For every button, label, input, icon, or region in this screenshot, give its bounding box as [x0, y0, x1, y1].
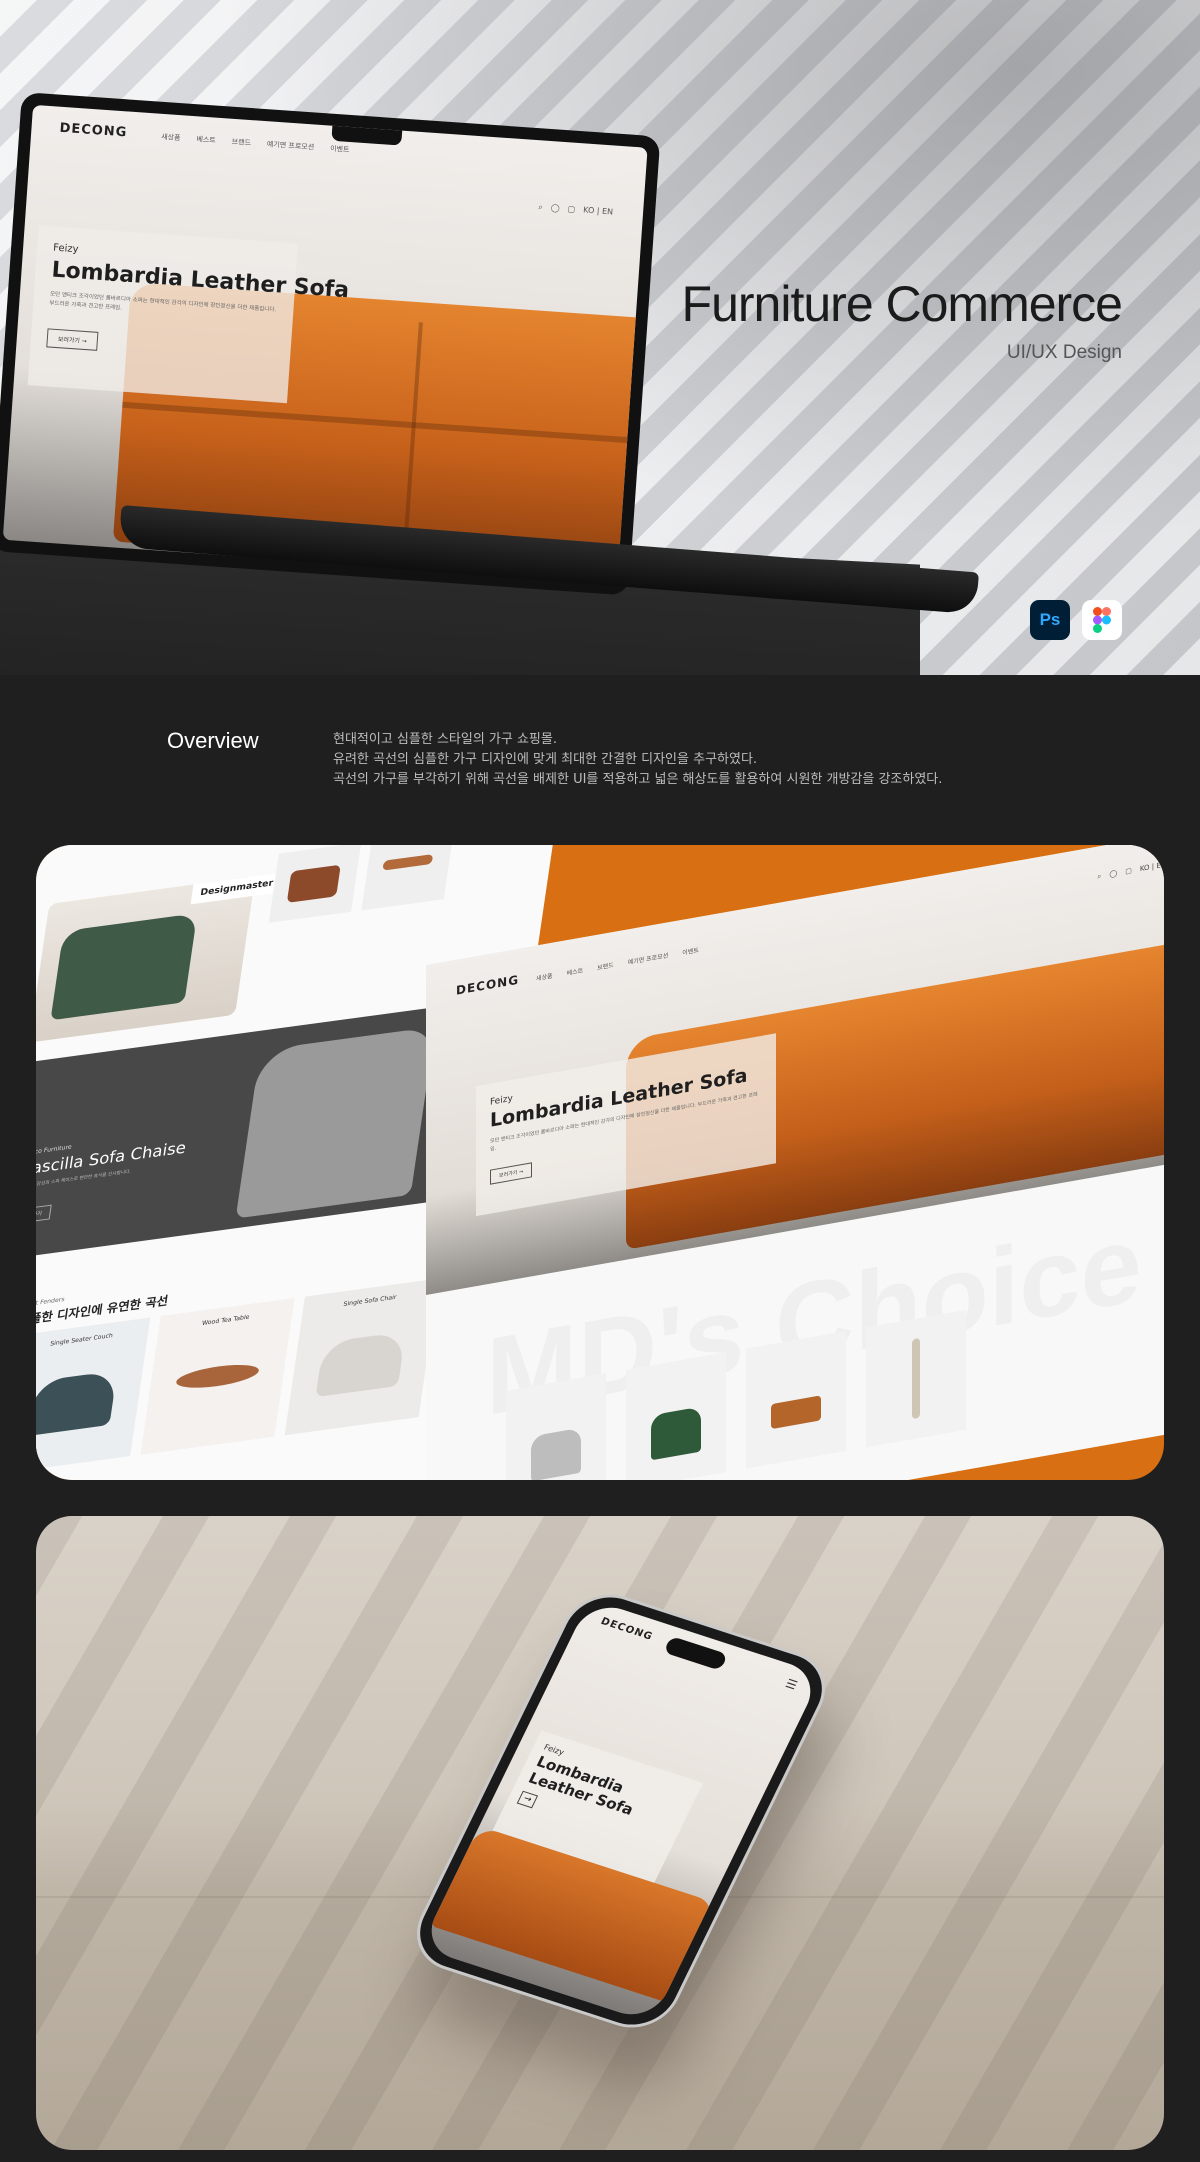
overview-line: 곡선의 가구를 부각하기 위해 곡선을 배제한 UI를 적용하고 넓은 해상도를…	[333, 772, 943, 787]
nav-item[interactable]: 브랜드	[597, 960, 614, 972]
product-tile-image	[912, 1337, 920, 1420]
user-icon[interactable]: ◯	[550, 203, 560, 214]
nav-item[interactable]: 브랜드	[231, 137, 251, 148]
photoshop-label: Ps	[1039, 610, 1061, 629]
cart-icon[interactable]: ▢	[1125, 867, 1132, 877]
product-tile[interactable]	[746, 1330, 846, 1469]
site-logo: DECONG	[59, 120, 128, 141]
product-card-image	[36, 1370, 118, 1437]
product-card-label: Single Sofa Chair	[342, 1293, 397, 1308]
view-button-label: 보러가기	[499, 1169, 518, 1180]
cart-icon[interactable]: ▢	[567, 204, 575, 215]
product-card[interactable]: Wood Tea Table	[140, 1297, 295, 1455]
product-card-image	[315, 1331, 406, 1398]
overview-text: 현대적이고 심플한 스타일의 가구 쇼핑몰. 유려한 곡선의 심플한 가구 디자…	[333, 730, 942, 790]
overview-heading: Overview	[167, 728, 259, 753]
site-header-icons: ⌕ ◯ ▢ KO | EN	[1097, 861, 1164, 882]
view-button[interactable]: 보러가기 →	[490, 1162, 533, 1185]
search-icon[interactable]: ⌕	[1097, 872, 1101, 882]
site-logo: DECONG	[598, 1616, 655, 1643]
language-switch[interactable]: KO | EN	[583, 205, 613, 217]
nav-item[interactable]: 예기면 프로모션	[267, 139, 315, 152]
site-logo: DECONG	[456, 972, 520, 998]
site-nav: 새상품 베스트 브랜드 예기면 프로모션 이벤트	[536, 945, 699, 983]
product-tile[interactable]	[866, 1309, 966, 1448]
mobile-mockup-panel: DECONG ☰ Feizy Lombardia Leather Sofa →	[36, 1516, 1164, 2150]
laptop-screen: DECONG 새상품 베스트 브랜드 예기면 프로모션 이벤트 ⌕ ◯ ▢ KO…	[2, 104, 648, 583]
photoshop-icon: Ps	[1030, 600, 1070, 640]
hero-product-card: Feizy Lombardia Leather Sofa 모던 앤티크 조각이었…	[27, 225, 350, 404]
laptop-mockup: DECONG 새상품 베스트 브랜드 예기면 프로모션 이벤트 ⌕ ◯ ▢ KO…	[0, 92, 661, 596]
overview-line: 유려한 곡선의 심플한 가구 디자인에 맞게 최대한 간결한 디자인을 추구하였…	[333, 752, 758, 767]
overview-line: 현대적이고 심플한 스타일의 가구 쇼핑몰.	[333, 732, 557, 747]
figma-icon	[1082, 600, 1122, 640]
site-header-icons: ⌕ ◯ ▢ KO | EN	[538, 202, 613, 217]
product-card-image	[174, 1360, 261, 1392]
product-card[interactable]: Single Sofa Chair	[284, 1278, 439, 1436]
product-tile[interactable]	[506, 1373, 606, 1480]
language-switch[interactable]: KO | EN	[1140, 861, 1164, 875]
green-armchair-image	[36, 876, 256, 1043]
product-tile-image	[531, 1427, 581, 1480]
product-tile[interactable]	[626, 1352, 726, 1480]
search-icon[interactable]: ⌕	[538, 202, 543, 212]
dynamic-island	[663, 1635, 729, 1671]
nav-item[interactable]: 베스트	[567, 965, 584, 977]
grey-sofa-image	[235, 1026, 436, 1219]
product-card[interactable]: Single Seater Couch	[36, 1317, 151, 1475]
product-tile-image	[771, 1395, 821, 1430]
nav-item[interactable]: 이벤트	[682, 945, 699, 957]
desktop-pages-panel: Designmaster Adeco Furniture Cascilla So…	[36, 845, 1164, 1480]
product-card-label: Single Seater Couch	[49, 1332, 114, 1348]
user-icon[interactable]: ◯	[1109, 869, 1117, 879]
hamburger-menu-icon[interactable]: ☰	[783, 1676, 799, 1692]
product-thumb[interactable]	[268, 845, 362, 923]
page-subtitle: UI/UX Design	[1006, 342, 1122, 363]
nav-item[interactable]: 베스트	[196, 134, 216, 145]
figma-logo	[1093, 607, 1111, 633]
product-card-label: Wood Tea Table	[201, 1313, 250, 1328]
product-description: 모던 앤티크 조각이었던 롬바르디아 소파는 현대적인 감각의 디자인에 장인정…	[49, 291, 277, 314]
armchair-seat	[50, 913, 198, 1021]
view-button-label: 보러가기	[57, 336, 81, 345]
nav-item[interactable]: 새상품	[536, 971, 553, 983]
product-thumb-image	[382, 854, 434, 871]
arrow-right-icon[interactable]: →	[516, 1790, 539, 1809]
product-tile-image	[651, 1406, 701, 1461]
banner-button[interactable]: 보러가기	[36, 1204, 53, 1225]
laptop-notch	[331, 124, 403, 146]
nav-item[interactable]: 예기면 프로모션	[628, 950, 669, 966]
product-thumb-image	[286, 864, 341, 903]
nav-item[interactable]: 이벤트	[330, 144, 350, 155]
nav-item[interactable]: 새상품	[161, 132, 181, 143]
hero-section: DECONG 새상품 베스트 브랜드 예기면 프로모션 이벤트 ⌕ ◯ ▢ KO…	[0, 0, 1200, 675]
product-thumb[interactable]	[361, 845, 454, 911]
site-nav: 새상품 베스트 브랜드 예기면 프로모션 이벤트	[161, 132, 350, 155]
page-title: Furniture Commerce	[681, 276, 1123, 332]
view-button[interactable]: 보러가기 →	[46, 328, 99, 351]
